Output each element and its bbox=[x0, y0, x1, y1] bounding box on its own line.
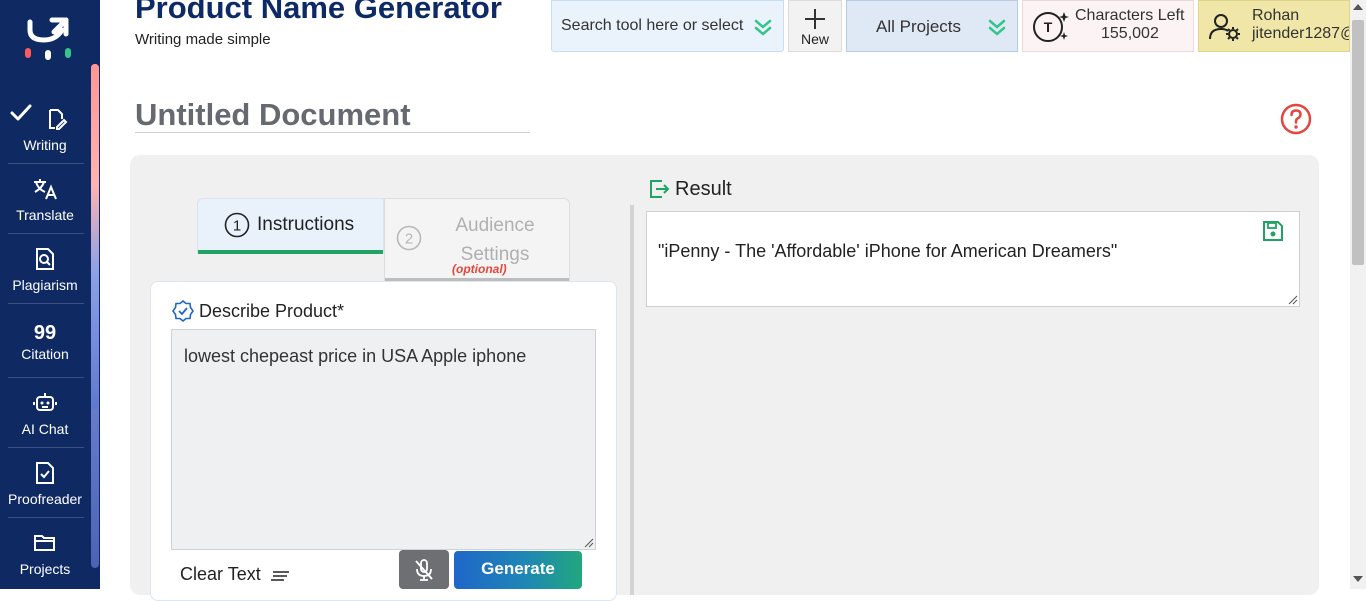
step-1-icon: 1 bbox=[224, 212, 250, 238]
logo-icon[interactable] bbox=[22, 14, 74, 64]
scroll-up-arrow-icon[interactable] bbox=[1353, 4, 1363, 10]
user-name: Rohan bbox=[1252, 7, 1300, 24]
robot-icon bbox=[0, 390, 90, 416]
svg-text:2: 2 bbox=[405, 231, 413, 248]
sidebar-item-ai-chat[interactable]: AI Chat bbox=[0, 382, 90, 452]
sidebar-item-plagiarism[interactable]: Plagiarism bbox=[0, 238, 90, 308]
tab-audience-label: Audience Settings bbox=[455, 215, 535, 265]
tab-instructions[interactable]: 1 Instructions bbox=[197, 198, 384, 254]
mic-off-icon bbox=[415, 559, 433, 581]
characters-left-badge: T Characters Left 155,002 bbox=[1022, 0, 1194, 52]
sidebar-item-proofreader[interactable]: Proofreader bbox=[0, 452, 90, 522]
divider bbox=[8, 447, 84, 448]
sidebar-item-citation[interactable]: 99 Citation bbox=[0, 312, 90, 382]
characters-left-value: 155,002 bbox=[1101, 25, 1159, 42]
user-account-menu[interactable]: Rohan jitender1287@ bbox=[1198, 0, 1350, 52]
divider bbox=[8, 377, 84, 378]
projects-select[interactable]: All Projects bbox=[846, 0, 1018, 52]
help-icon[interactable] bbox=[1280, 103, 1312, 135]
sidebar-item-label: Citation bbox=[21, 346, 69, 362]
folder-icon bbox=[0, 530, 90, 556]
sidebar-scrollbar-thumb[interactable] bbox=[91, 64, 99, 409]
svg-text:T: T bbox=[1044, 19, 1053, 35]
sidebar-item-writing[interactable]: Writing bbox=[0, 98, 90, 168]
writing-icon bbox=[22, 106, 90, 132]
scroll-down-arrow-icon[interactable] bbox=[1353, 576, 1363, 582]
sidebar-item-label: Proofreader bbox=[8, 491, 82, 507]
projects-select-value: All Projects bbox=[876, 17, 962, 36]
clear-lines-icon bbox=[270, 571, 289, 581]
characters-left-label: Characters Left bbox=[1075, 7, 1185, 24]
resize-handle-icon[interactable] bbox=[1288, 295, 1298, 305]
page-scrollbar-thumb[interactable] bbox=[1352, 20, 1364, 265]
divider bbox=[8, 233, 84, 234]
user-id: jitender1287@ bbox=[1252, 25, 1350, 42]
page-scrollbar[interactable] bbox=[1350, 0, 1366, 589]
double-chevron-down-icon bbox=[988, 19, 1006, 36]
tool-search-select[interactable]: Search tool here or select bbox=[551, 0, 784, 52]
svg-text:1: 1 bbox=[233, 218, 241, 235]
sidebar-item-label: Plagiarism bbox=[12, 277, 78, 293]
citation-icon: 99 bbox=[33, 321, 57, 344]
sidebar-item-translate[interactable]: Translate bbox=[0, 168, 90, 238]
sidebar-item-label: Translate bbox=[16, 207, 74, 223]
sidebar-item-label: AI Chat bbox=[21, 421, 69, 437]
tool-search-text: Search tool here or select bbox=[561, 17, 744, 34]
divider bbox=[8, 517, 84, 518]
export-icon bbox=[650, 180, 670, 198]
plus-icon bbox=[805, 9, 825, 29]
tab-instructions-label: Instructions bbox=[257, 214, 355, 235]
active-tab-indicator bbox=[198, 250, 383, 254]
plagiarism-icon bbox=[0, 246, 90, 272]
page-subtitle: Writing made simple bbox=[135, 31, 271, 48]
translate-icon bbox=[0, 176, 90, 202]
mic-off-button[interactable] bbox=[399, 550, 449, 589]
resize-handle-icon[interactable] bbox=[584, 538, 594, 548]
sidebar-item-projects[interactable]: Projects bbox=[0, 522, 90, 592]
new-button-label: New bbox=[800, 31, 829, 47]
verified-badge-icon bbox=[172, 300, 194, 322]
tab-audience-settings[interactable]: 2 Audience Settings (optional) bbox=[384, 198, 570, 282]
describe-product-textarea[interactable]: lowest chepeast price in USA Apple iphon… bbox=[171, 329, 596, 550]
user-settings-icon bbox=[1209, 14, 1240, 41]
generate-button[interactable]: Generate bbox=[454, 551, 582, 589]
page-title: Product Name Generator bbox=[135, 0, 502, 25]
document-title-input[interactable]: Untitled Document bbox=[135, 97, 530, 133]
divider bbox=[8, 303, 84, 304]
save-icon[interactable] bbox=[1262, 220, 1284, 242]
result-output[interactable]: "iPenny - The 'Affordable' iPhone for Am… bbox=[646, 211, 1300, 307]
divider bbox=[8, 163, 84, 164]
double-chevron-down-icon bbox=[754, 19, 772, 36]
proofreader-icon bbox=[0, 460, 90, 486]
new-document-button[interactable]: New bbox=[788, 0, 842, 52]
clear-text-label: Clear Text bbox=[180, 564, 261, 584]
panel-divider[interactable] bbox=[630, 205, 634, 595]
clear-text-button[interactable]: Clear Text bbox=[180, 564, 290, 585]
result-text: "iPenny - The 'Affordable' iPhone for Am… bbox=[658, 241, 1118, 261]
optional-badge: (optional) bbox=[452, 262, 507, 276]
sidebar-item-label: Projects bbox=[19, 561, 71, 577]
sidebar-item-label: Writing bbox=[23, 137, 67, 153]
ai-characters-icon: T bbox=[1033, 12, 1069, 42]
step-2-icon: 2 bbox=[396, 225, 422, 251]
